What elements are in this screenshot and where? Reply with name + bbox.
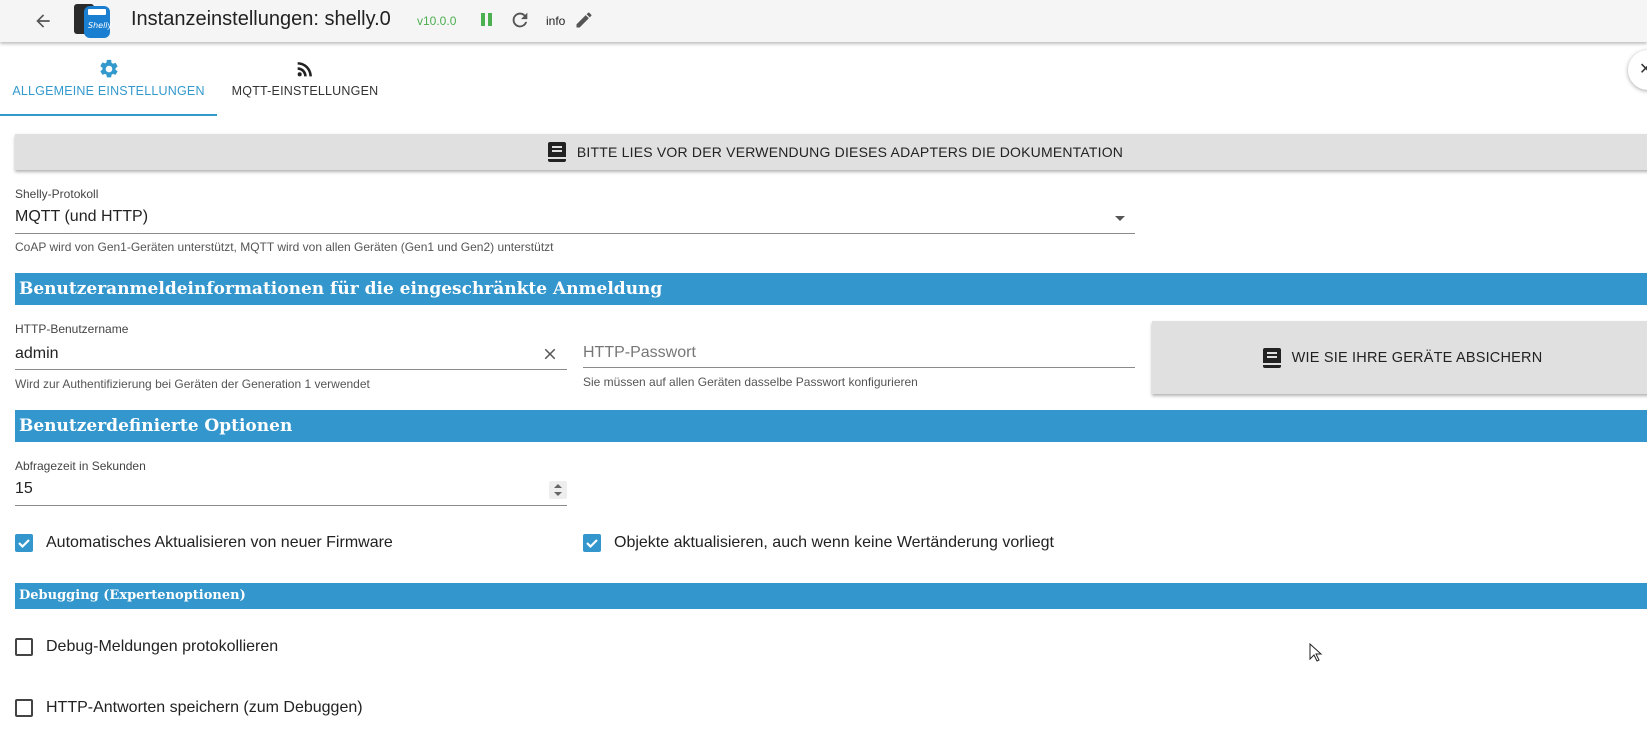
username-value: admin	[15, 345, 59, 362]
pause-button[interactable]	[478, 10, 496, 30]
shelly-logo: Shelly	[71, 0, 113, 40]
polling-input[interactable]: 15	[15, 477, 567, 506]
polling-underline	[15, 505, 567, 506]
protocol-underline	[15, 233, 1135, 234]
username-helper: Wird zur Authentifizierung bei Geräten d…	[15, 377, 370, 391]
password-input[interactable]: HTTP-Passwort	[583, 340, 1135, 368]
protocol-label: Shelly-Protokoll	[15, 187, 99, 201]
tab-label: MQTT-EINSTELLUNGEN	[231, 84, 379, 98]
reload-button[interactable]	[509, 9, 531, 31]
protocol-select[interactable]: MQTT (und HTTP)	[15, 205, 1135, 235]
back-button[interactable]	[30, 8, 56, 34]
rss-icon	[297, 62, 312, 77]
username-input[interactable]: admin	[15, 340, 567, 370]
polling-label: Abfragezeit in Sekunden	[15, 459, 146, 473]
version-label: v10.0.0	[417, 14, 457, 28]
tab-general-settings[interactable]: ALLGEMEINE EINSTELLUNGEN	[0, 52, 217, 116]
update-objects-checkbox-label: Objekte aktualisieren, auch wenn keine W…	[614, 534, 1054, 551]
close-button[interactable]: ✕	[1628, 50, 1647, 90]
mouse-cursor-icon	[1309, 642, 1323, 668]
stepper-icon	[554, 484, 562, 496]
check-icon	[586, 539, 598, 549]
gear-icon	[99, 59, 118, 78]
section-custom-header: Benutzerdefinierte Optionen	[15, 410, 1647, 442]
username-underline	[15, 369, 567, 370]
secure-devices-label: WIE SIE IHRE GERÄTE ABSICHERN	[1291, 349, 1543, 366]
arrow-left-icon	[36, 14, 50, 28]
tab-mqtt-settings[interactable]: MQTT-EINSTELLUNGEN	[217, 52, 393, 114]
log-debug-checkbox[interactable]	[15, 638, 33, 656]
reload-icon	[512, 12, 528, 28]
password-placeholder: HTTP-Passwort	[583, 344, 696, 361]
check-icon	[18, 539, 30, 549]
protocol-value: MQTT (und HTTP)	[15, 208, 149, 225]
update-objects-checkbox[interactable]	[583, 534, 601, 552]
log-debug-checkbox-label: Debug-Meldungen protokollieren	[46, 638, 279, 655]
pause-icon	[481, 13, 492, 26]
password-helper: Sie müssen auf allen Geräten dasselbe Pa…	[583, 375, 918, 389]
section-debug-header: Debugging (Expertenoptionen)	[15, 583, 1647, 609]
username-label: HTTP-Benutzername	[15, 322, 129, 336]
section-credentials-header: Benutzeranmeldeinformationen für die ein…	[15, 273, 1647, 305]
clear-icon[interactable]	[541, 345, 559, 363]
chevron-down-icon	[1115, 216, 1125, 221]
book-icon	[1262, 347, 1281, 368]
firmware-checkbox[interactable]	[15, 534, 33, 552]
documentation-button[interactable]: BITTE LIES VOR DER VERWENDUNG DIESES ADA…	[15, 134, 1647, 170]
save-http-checkbox-label: HTTP-Antworten speichern (zum Debuggen)	[46, 699, 363, 716]
svg-text:Shelly: Shelly	[88, 21, 113, 30]
page-title: Instanzeinstellungen: shelly.0	[131, 8, 391, 30]
pencil-icon	[576, 12, 592, 28]
save-http-checkbox[interactable]	[15, 699, 33, 717]
password-underline	[583, 367, 1135, 368]
edit-button[interactable]	[574, 10, 594, 30]
tab-label: ALLGEMEINE EINSTELLUNGEN	[12, 84, 205, 98]
info-label[interactable]: info	[546, 14, 565, 28]
firmware-checkbox-label: Automatisches Aktualisieren von neuer Fi…	[46, 534, 393, 551]
protocol-helper: CoAP wird von Gen1-Geräten unterstützt, …	[15, 240, 554, 254]
secure-devices-button[interactable]: WIE SIE IHRE GERÄTE ABSICHERN	[1152, 321, 1647, 394]
number-stepper[interactable]	[549, 481, 567, 499]
book-icon	[547, 142, 566, 162]
close-icon: ✕	[1639, 61, 1647, 78]
documentation-label: BITTE LIES VOR DER VERWENDUNG DIESES ADA…	[576, 144, 1124, 160]
polling-value: 15	[15, 480, 33, 497]
